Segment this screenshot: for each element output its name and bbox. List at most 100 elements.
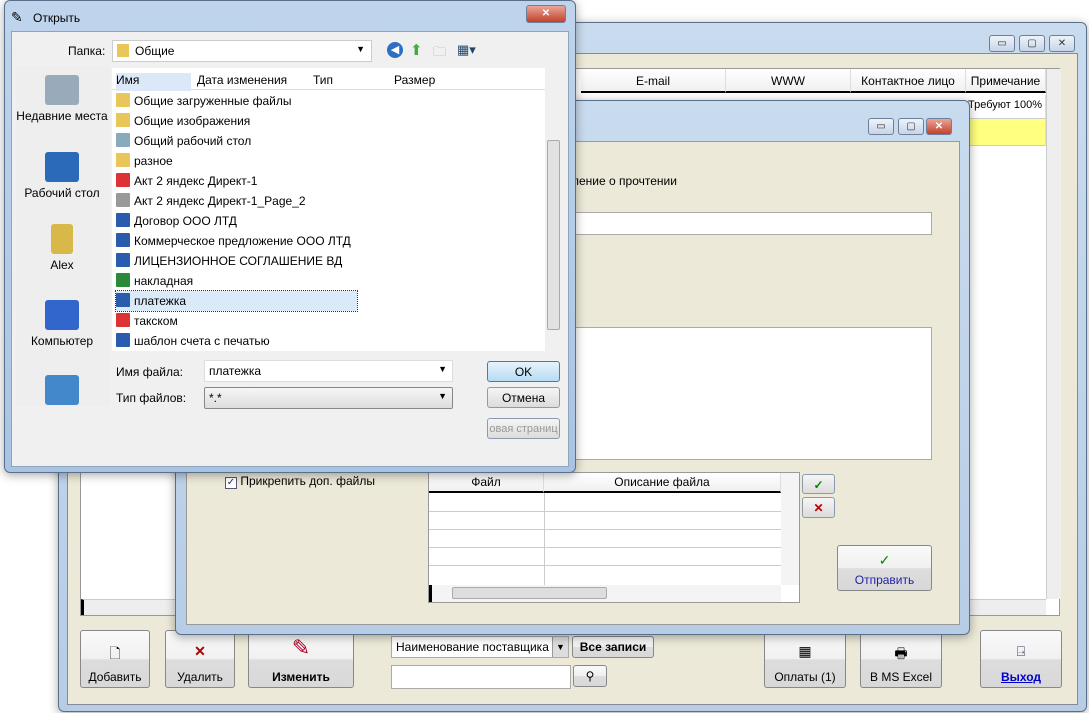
vertical-scrollbar[interactable] bbox=[1046, 69, 1061, 599]
excel-button[interactable]: 🖶 В MS Excel bbox=[860, 630, 942, 688]
exit-button[interactable]: ⍈ Выход bbox=[980, 630, 1062, 688]
body-textarea[interactable] bbox=[575, 327, 932, 460]
x-icon: ✕ bbox=[813, 501, 824, 515]
edit-button[interactable]: ✎ Изменить bbox=[248, 630, 354, 688]
file-list-item[interactable]: такском bbox=[116, 311, 178, 331]
desktop-icon bbox=[45, 152, 79, 182]
edit-icon: ✎ bbox=[291, 635, 311, 660]
column-header-size[interactable]: Размер bbox=[394, 73, 435, 87]
column-header-type[interactable]: Тип bbox=[313, 73, 333, 87]
dialog-title: Открыть bbox=[33, 11, 81, 25]
user-folder-icon bbox=[51, 224, 73, 254]
file-list-item[interactable]: разное bbox=[116, 151, 173, 171]
filetype-select[interactable]: *.* ▼ bbox=[204, 387, 453, 409]
place-computer[interactable]: Компьютер bbox=[14, 300, 110, 348]
column-header-contact[interactable]: Контактное лицо bbox=[851, 69, 966, 93]
check-icon: ✓ bbox=[878, 552, 891, 568]
excel-icon bbox=[116, 273, 130, 287]
back-icon[interactable]: ◀ bbox=[387, 42, 403, 58]
word-icon bbox=[116, 293, 130, 307]
column-header-date[interactable]: Дата изменения bbox=[197, 73, 287, 87]
filename-input[interactable]: платежка ▼ bbox=[204, 360, 453, 382]
document-icon: 🗋 bbox=[109, 645, 121, 661]
checkbox-icon: ✓ bbox=[225, 477, 237, 489]
column-header-name[interactable]: Имя bbox=[116, 73, 191, 91]
add-button[interactable]: 🗋 Добавить bbox=[80, 630, 150, 688]
desktop-icon bbox=[116, 133, 130, 147]
all-records-button[interactable]: Все записи bbox=[572, 636, 654, 658]
minimize-button[interactable]: ▭ bbox=[989, 35, 1015, 52]
close-button[interactable]: ✕ bbox=[1049, 35, 1075, 52]
pdf-icon bbox=[116, 313, 130, 327]
check-icon: ✓ bbox=[813, 478, 824, 492]
file-list-item[interactable]: Общий рабочий стол bbox=[116, 131, 251, 151]
folder-icon bbox=[116, 153, 130, 167]
find-button[interactable]: ⚲ bbox=[573, 665, 607, 687]
file-list-item[interactable]: платежка bbox=[115, 290, 358, 312]
search-input[interactable] bbox=[391, 665, 571, 689]
place-recent[interactable]: Недавние места bbox=[14, 75, 110, 123]
recent-places-icon bbox=[45, 75, 79, 105]
binoculars-icon: ⚲ bbox=[585, 669, 595, 683]
payments-button[interactable]: ▦ Оплаты (1) bbox=[764, 630, 846, 688]
column-header-note[interactable]: Примечание bbox=[966, 69, 1046, 93]
folder-icon bbox=[116, 113, 130, 127]
close-button[interactable]: ✕ bbox=[526, 5, 566, 23]
place-user[interactable]: Alex bbox=[14, 224, 110, 272]
attach-files-checkbox[interactable]: ✓ Прикрепить доп. файлы bbox=[225, 474, 375, 489]
file-list-item[interactable]: ЛИЦЕНЗИОННОЕ СОГЛАШЕНИЕ ВД bbox=[116, 251, 342, 271]
file-list-item[interactable]: Акт 2 яндекс Директ-1_Page_2 bbox=[116, 191, 306, 211]
printer-icon: 🖶 bbox=[894, 645, 908, 661]
file-list-item[interactable]: шаблон счета с печатью bbox=[116, 331, 270, 351]
close-button[interactable]: ✕ bbox=[926, 118, 952, 135]
chevron-down-icon: ▼ bbox=[438, 364, 447, 374]
maximize-button[interactable]: ▢ bbox=[1019, 35, 1045, 52]
minimize-button[interactable]: ▭ bbox=[868, 118, 894, 135]
table-cell-note[interactable]: Требуют 100% bbox=[966, 95, 1046, 119]
files-grid: Файл Описание файла bbox=[428, 472, 800, 603]
file-list-item[interactable]: Договор ООО ЛТД bbox=[116, 211, 237, 231]
file-list-item[interactable]: Общие загруженные файлы bbox=[116, 91, 291, 111]
read-receipt-label: ление о прочтении bbox=[572, 174, 677, 188]
send-button[interactable]: ✓ Отправить bbox=[837, 545, 932, 591]
file-list-item[interactable]: Акт 2 яндекс Директ-1 bbox=[116, 171, 257, 191]
extra-button[interactable]: овая страниц bbox=[487, 418, 560, 439]
subject-input[interactable] bbox=[575, 212, 932, 235]
vertical-scrollbar[interactable] bbox=[781, 473, 799, 585]
horizontal-scrollbar[interactable] bbox=[429, 585, 781, 602]
ok-button[interactable]: OK bbox=[487, 361, 560, 382]
column-header-email[interactable]: E-mail bbox=[581, 69, 726, 93]
filename-label: Имя файла: bbox=[116, 365, 183, 379]
search-field-select[interactable]: Наименование поставщика ▼ bbox=[391, 636, 569, 658]
folder-select[interactable]: Общие ▼ bbox=[112, 40, 372, 62]
delete-button[interactable]: ✕ Удалить bbox=[165, 630, 235, 688]
remove-file-button[interactable]: ✕ bbox=[802, 497, 835, 518]
folder-icon bbox=[116, 93, 130, 107]
column-header-file[interactable]: Файл bbox=[429, 473, 544, 493]
place-desktop[interactable]: Рабочий стол bbox=[14, 152, 110, 200]
word-icon bbox=[116, 253, 130, 267]
file-list-item[interactable]: Общие изображения bbox=[116, 111, 250, 131]
new-folder-icon[interactable]: 🗀 bbox=[433, 43, 446, 65]
file-list-item[interactable]: накладная bbox=[116, 271, 193, 291]
column-header-description[interactable]: Описание файла bbox=[544, 473, 781, 493]
x-icon: ✕ bbox=[194, 643, 206, 659]
exit-door-icon: ⍈ bbox=[1016, 643, 1026, 659]
add-file-button[interactable]: ✓ bbox=[802, 474, 835, 494]
cancel-button[interactable]: Отмена bbox=[487, 387, 560, 408]
table-row-selected[interactable] bbox=[966, 119, 1046, 146]
up-folder-icon[interactable]: ⬆ bbox=[410, 41, 423, 59]
filetype-label: Тип файлов: bbox=[116, 391, 187, 405]
column-header-www[interactable]: WWW bbox=[726, 69, 851, 93]
chevron-down-icon: ▼ bbox=[552, 637, 568, 657]
image-icon bbox=[116, 193, 130, 207]
word-icon bbox=[116, 333, 130, 347]
view-menu-icon[interactable]: ▦▾ bbox=[457, 42, 476, 58]
place-network[interactable] bbox=[14, 375, 110, 409]
network-icon bbox=[45, 375, 79, 405]
maximize-button[interactable]: ▢ bbox=[898, 118, 924, 135]
file-list-item[interactable]: Коммерческое предложение ООО ЛТД bbox=[116, 231, 351, 251]
vertical-scrollbar[interactable] bbox=[545, 68, 562, 351]
table-icon: ▦ bbox=[798, 643, 812, 659]
word-icon bbox=[116, 233, 130, 247]
